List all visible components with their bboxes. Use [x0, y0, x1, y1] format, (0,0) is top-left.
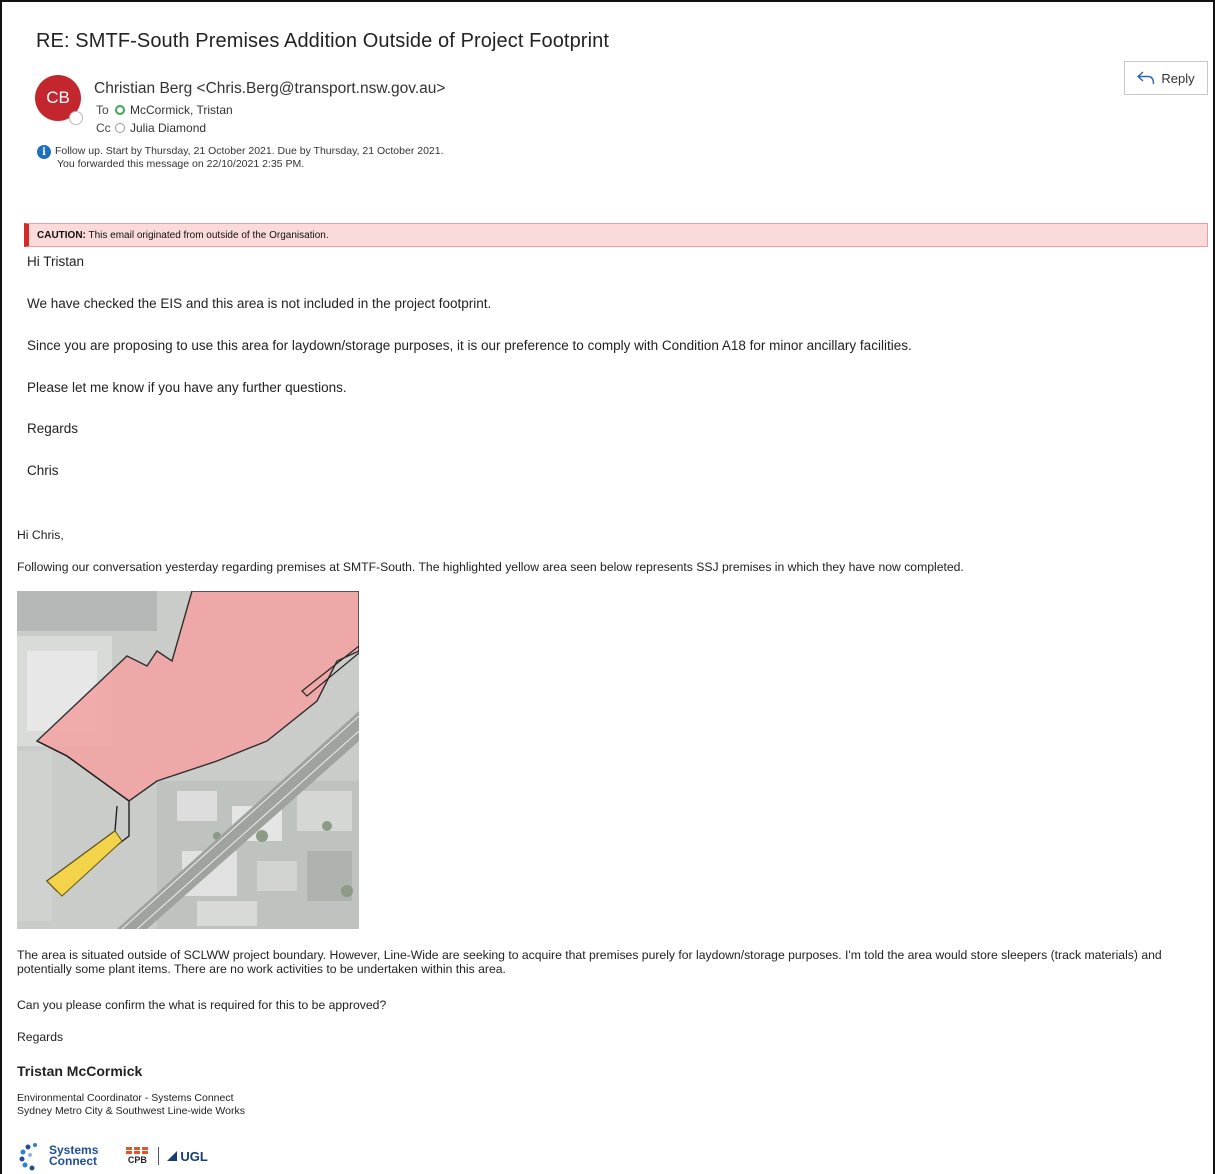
caution-label: CAUTION:: [37, 230, 86, 241]
info-icon: i: [37, 145, 51, 159]
cpb-mark-icon: [126, 1147, 149, 1154]
systems-connect-line2: Connect: [49, 1154, 97, 1168]
presence-available-icon: [115, 105, 125, 115]
to-line: To McCormick, Tristan: [96, 103, 233, 117]
systems-connect-logo: Systems Connect: [18, 1141, 98, 1171]
reply-paragraph-1: We have checked the EIS and this area is…: [27, 296, 492, 311]
signature-name: Tristan McCormick: [17, 1063, 143, 1079]
presence-icon: [69, 111, 83, 125]
reply-label: Reply: [1161, 70, 1195, 86]
avatar-initials: CB: [46, 88, 70, 107]
presence-unknown-icon: [115, 123, 125, 133]
email-subject: RE: SMTF-South Premises Addition Outside…: [36, 30, 609, 52]
original-paragraph-3: Can you please confirm the what is requi…: [17, 998, 387, 1012]
cc-label: Cc: [96, 121, 111, 135]
to-label: To: [96, 103, 109, 117]
reply-signoff: Chris: [27, 463, 59, 478]
ugl-text: UGL: [180, 1148, 208, 1164]
systems-connect-mark-icon: [19, 1143, 37, 1171]
signature-title-2: Sydney Metro City & Southwest Line-wide …: [17, 1105, 245, 1117]
reply-paragraph-2: Since you are proposing to use this area…: [27, 338, 912, 353]
cc-line: Cc Julia Diamond: [96, 121, 206, 135]
reply-greeting: Hi Tristan: [27, 254, 85, 269]
forwarded-info: You forwarded this message on 22/10/2021…: [57, 158, 305, 170]
original-greeting: Hi Chris,: [17, 528, 64, 542]
reply-button[interactable]: Reply: [1124, 61, 1208, 95]
original-regards: Regards: [17, 1030, 64, 1044]
logo-divider: [158, 1147, 160, 1165]
to-recipient[interactable]: McCormick, Tristan: [130, 103, 233, 117]
cpb-logo: CPB: [126, 1147, 149, 1165]
cc-recipient[interactable]: Julia Diamond: [130, 121, 206, 135]
reply-regards: Regards: [27, 421, 79, 436]
reply-arrow-icon: [1137, 71, 1155, 85]
follow-up-info: Follow up. Start by Thursday, 21 October…: [55, 145, 444, 157]
caution-banner: CAUTION: This email originated from outs…: [24, 223, 1208, 247]
reply-paragraph-3: Please let me know if you have any furth…: [27, 380, 347, 395]
signature-title-1: Environmental Coordinator - Systems Conn…: [17, 1092, 234, 1104]
site-map-image: [17, 591, 359, 929]
cpb-text: CPB: [127, 1155, 147, 1165]
caution-text: This email originated from outside of th…: [85, 230, 329, 241]
original-paragraph-2: The area is situated outside of SCLWW pr…: [17, 948, 1162, 976]
original-paragraph-1: Following our conversation yesterday reg…: [17, 560, 964, 574]
signature-logos: Systems Connect CPB UGL: [18, 1138, 208, 1174]
ugl-mark-icon: [167, 1151, 178, 1161]
ugl-logo: UGL: [167, 1148, 208, 1164]
sender-name[interactable]: Christian Berg <Chris.Berg@transport.nsw…: [94, 80, 445, 98]
